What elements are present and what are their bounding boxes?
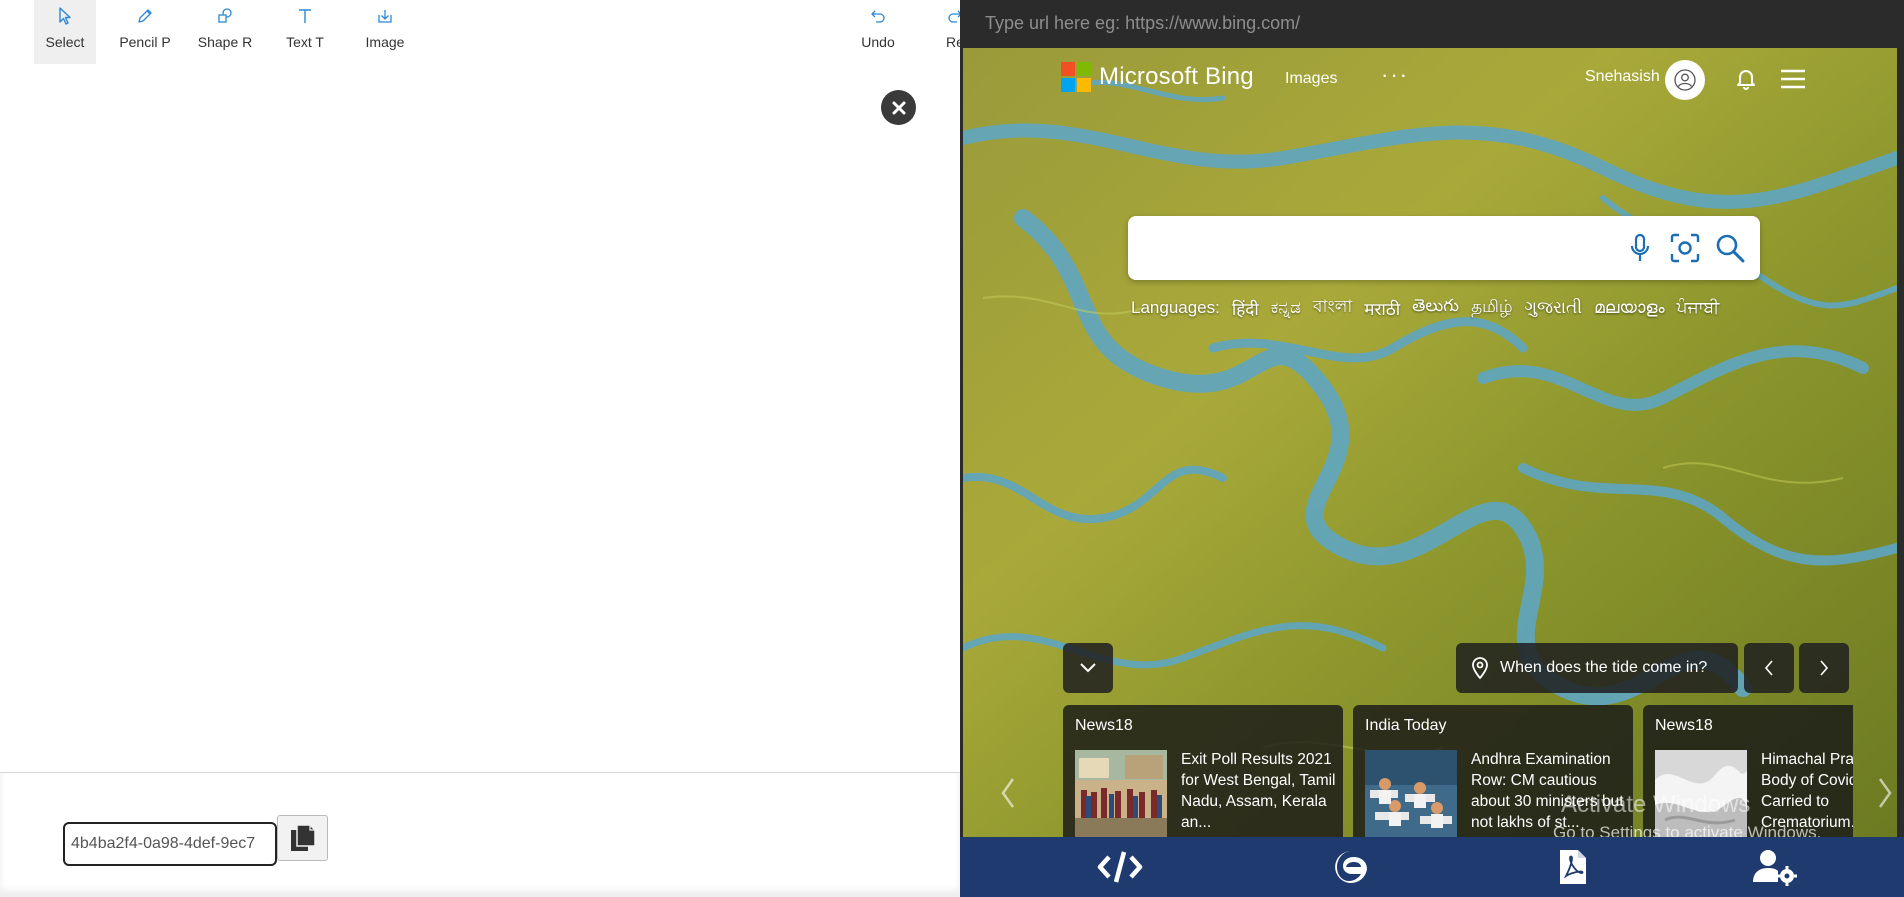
previous-image-button[interactable]	[1744, 643, 1794, 693]
session-id-input[interactable]	[63, 822, 277, 866]
undo-icon	[867, 4, 889, 28]
chevron-left-icon	[1001, 778, 1015, 808]
select-tool-button[interactable]: Select	[34, 0, 96, 64]
editor-pane: Select Pencil P Shape R Text T Image Und…	[0, 0, 960, 897]
language-link[interactable]: ಕನ್ನಡ	[1271, 298, 1301, 318]
image-tool-label: Image	[365, 34, 405, 50]
camera-search-icon	[1670, 233, 1700, 263]
languages-label: Languages:	[1131, 298, 1220, 317]
language-link[interactable]: বাংলা	[1313, 294, 1352, 322]
app-root: Select Pencil P Shape R Text T Image Und…	[0, 0, 1904, 897]
cursor-icon	[54, 4, 76, 28]
bottom-dock	[960, 837, 1904, 897]
chevron-right-icon	[1878, 778, 1892, 808]
search-box	[1128, 216, 1760, 280]
bell-icon	[1737, 70, 1755, 90]
language-link[interactable]: हिंदी	[1232, 297, 1259, 320]
bing-webview: Microsoft Bing Images ··· Snehasish Lang…	[963, 48, 1897, 838]
visual-search-button[interactable]	[1667, 230, 1703, 266]
microsoft-logo-icon	[1061, 62, 1091, 92]
settings-menu-button[interactable]	[1778, 64, 1808, 94]
shapes-icon	[214, 4, 236, 28]
close-button[interactable]	[881, 90, 916, 125]
username-label[interactable]: Snehasish	[1585, 68, 1660, 86]
image-info-button[interactable]: When does the tide come in?	[1456, 643, 1738, 693]
edge-browser-button[interactable]	[1326, 843, 1376, 891]
user-settings-button[interactable]	[1750, 843, 1800, 891]
news-next-button[interactable]	[1870, 773, 1897, 813]
redo-label: Re	[946, 34, 960, 50]
voice-search-button[interactable]	[1622, 230, 1658, 266]
chevron-right-icon	[1820, 660, 1829, 676]
chevron-left-icon	[1764, 660, 1773, 676]
microphone-icon	[1630, 233, 1650, 261]
news-title: Exit Poll Results 2021 for West Bengal, …	[1181, 751, 1336, 831]
undo-label: Undo	[861, 34, 895, 50]
search-icon	[1716, 234, 1745, 263]
editor-toolbar: Select Pencil P Shape R Text T Image Und…	[0, 0, 960, 64]
languages-bar: Languages: हिंदी ಕನ್ನಡ বাংলা मराठी తెలుగ…	[1131, 294, 1731, 322]
image-tool-button[interactable]: Image	[355, 0, 415, 64]
images-link[interactable]: Images	[1285, 70, 1337, 88]
news-source: News18	[1075, 717, 1133, 734]
pencil-icon	[134, 4, 156, 28]
pencil-tool-button[interactable]: Pencil P	[114, 0, 176, 64]
hamburger-icon	[1781, 69, 1805, 89]
news-source: News18	[1655, 717, 1713, 734]
undo-button[interactable]: Undo	[848, 0, 908, 64]
location-pin-icon	[1472, 657, 1488, 679]
news-thumbnail	[1075, 750, 1167, 838]
redo-icon	[944, 4, 960, 28]
search-button[interactable]	[1712, 230, 1748, 266]
pdf-icon	[1560, 850, 1586, 884]
pdf-button[interactable]	[1548, 843, 1598, 891]
bing-brand-text: Microsoft Bing	[1099, 63, 1254, 90]
pencil-tool-label: Pencil P	[119, 34, 171, 50]
image-info-text: When does the tide come in?	[1500, 659, 1708, 676]
text-tool-label: Text T	[286, 34, 324, 50]
code-icon	[1097, 851, 1143, 883]
image-download-icon	[374, 4, 396, 28]
more-menu[interactable]: ···	[1381, 62, 1409, 88]
person-icon	[1674, 69, 1696, 91]
copy-button[interactable]	[277, 815, 328, 861]
collapse-feed-button[interactable]	[1063, 643, 1113, 693]
news-source: India Today	[1365, 717, 1447, 734]
edge-icon	[1335, 851, 1367, 883]
language-link[interactable]: ગુજરાતી	[1525, 298, 1583, 318]
browser-pane: Microsoft Bing Images ··· Snehasish	[960, 0, 1904, 897]
language-link[interactable]: தமிழ்	[1471, 297, 1513, 319]
avatar[interactable]	[1665, 60, 1705, 100]
text-tool-button[interactable]: Text T	[275, 0, 335, 64]
news-title: Himachal Pradesh: Body of Covid Victim C…	[1761, 751, 1853, 831]
drawing-canvas[interactable]	[0, 64, 960, 772]
copy-icon	[290, 824, 316, 851]
activate-windows-title: Activate Windows	[1561, 791, 1751, 818]
redo-button[interactable]: Re	[925, 0, 960, 64]
chevron-down-icon	[1080, 663, 1096, 673]
select-tool-label: Select	[45, 34, 85, 50]
bing-logo[interactable]: Microsoft Bing	[1061, 62, 1254, 92]
language-link[interactable]: മലയാളം	[1594, 298, 1664, 318]
news-prev-button[interactable]	[993, 773, 1023, 813]
text-icon	[294, 4, 316, 28]
news-thumbnail	[1365, 750, 1457, 838]
news-card[interactable]: News18 Exit Poll Results 2021 for West B…	[1063, 705, 1343, 838]
url-input[interactable]	[960, 0, 1904, 46]
user-settings-icon	[1753, 850, 1797, 886]
code-button[interactable]	[1095, 843, 1145, 891]
next-image-button[interactable]	[1799, 643, 1849, 693]
shape-tool-button[interactable]: Shape R	[193, 0, 257, 64]
close-icon	[892, 101, 905, 114]
shape-tool-label: Shape R	[197, 34, 253, 50]
language-link[interactable]: తెలుగు	[1412, 296, 1459, 320]
activate-windows-subtitle: Go to Settings to activate Windows.	[1553, 823, 1822, 838]
notifications-button[interactable]	[1731, 64, 1761, 94]
language-link[interactable]: ਪੰਜਾਬੀ	[1677, 298, 1720, 318]
language-link[interactable]: मराठी	[1364, 297, 1400, 320]
search-input[interactable]	[1146, 228, 1606, 268]
